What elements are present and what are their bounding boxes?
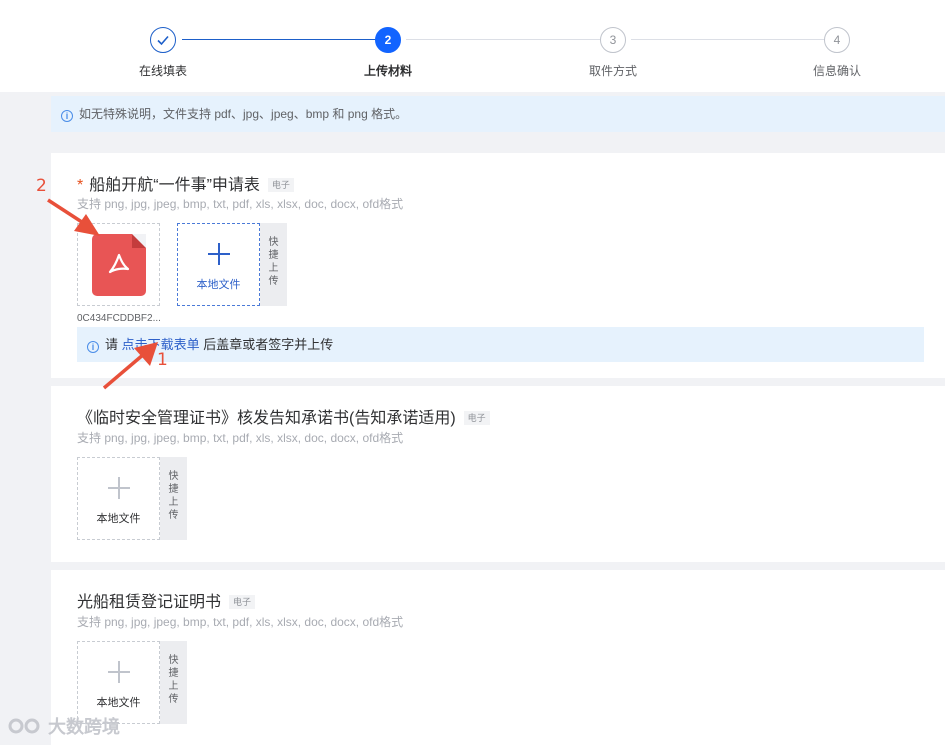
watermark-logo-icon xyxy=(8,718,40,734)
annotation-arrows xyxy=(47,198,158,390)
watermark-text: 大数跨境 xyxy=(48,717,120,737)
annotation-number-2: 2 xyxy=(36,176,47,196)
watermark: 大数跨境 xyxy=(6,713,120,739)
annotation-number-1: 1 xyxy=(157,350,168,370)
